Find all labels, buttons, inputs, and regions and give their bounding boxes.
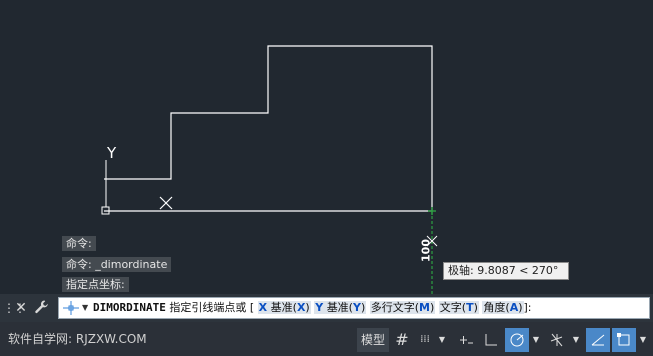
snap-marker xyxy=(428,207,436,215)
polar-tracking-icon[interactable] xyxy=(505,328,529,352)
drawing-canvas[interactable]: Y 100 命令: 命令: _dimordinate 指定点坐标: 极轴: 9.… xyxy=(0,0,653,322)
command-prompt-text: 指定引线端点或 [ xyxy=(169,301,255,314)
option-text[interactable]: 文字(T) xyxy=(438,301,479,314)
option-x-datum[interactable]: X 基准(X) xyxy=(257,301,311,314)
command-history-line: 命令: xyxy=(62,236,96,251)
command-input[interactable]: ▼ DIMORDINATE 指定引线端点或 [ X 基准(X) Y 基准(Y) … xyxy=(58,297,650,319)
x-marker xyxy=(159,196,173,210)
snap-dropdown-icon[interactable]: ▼ xyxy=(437,328,447,352)
object-snap-icon[interactable] xyxy=(612,328,636,352)
command-bar: ⋮⋮ ✕ ▼ DIMORDINATE 指定引线端点或 [ X 基准(X) Y 基… xyxy=(0,294,653,322)
command-history-line: 指定点坐标: xyxy=(62,277,129,292)
snap-toggle-icon[interactable]: ⁞⁞⁞ xyxy=(415,328,435,352)
polar-dropdown-icon[interactable]: ▼ xyxy=(531,328,541,352)
infer-constraints-icon[interactable] xyxy=(455,328,477,352)
option-mtext[interactable]: 多行文字(M) xyxy=(369,301,436,314)
watermark-text: 软件自学网: RJZXW.COM xyxy=(8,332,147,346)
command-prompt-line: DIMORDINATE 指定引线端点或 [ X 基准(X) Y 基准(Y) 多行… xyxy=(93,298,532,318)
command-history-line: 命令: _dimordinate xyxy=(62,257,172,272)
command-name: DIMORDINATE xyxy=(93,301,166,314)
command-prompt-icon[interactable] xyxy=(62,300,80,316)
dimension-text: 100 xyxy=(419,239,433,262)
isodraft-icon[interactable] xyxy=(545,328,569,352)
model-space-button[interactable]: 模型 xyxy=(357,328,389,352)
close-icon[interactable]: ✕ xyxy=(14,299,28,317)
drawing-polyline xyxy=(104,45,433,212)
option-angle[interactable]: 角度(A) xyxy=(482,301,524,314)
recent-commands-dropdown-icon[interactable]: ▼ xyxy=(82,300,88,316)
object-snap-dropdown-icon[interactable]: ▼ xyxy=(638,328,648,352)
object-snap-tracking-icon[interactable] xyxy=(586,328,610,352)
grid-toggle-icon[interactable]: # xyxy=(391,328,413,352)
command-suffix: ]: xyxy=(523,301,532,314)
grip-handle-icon[interactable]: ⋮⋮ xyxy=(3,299,26,317)
customize-wrench-icon[interactable] xyxy=(34,299,50,317)
polar-tracking-tooltip: 极轴: 9.8087 < 270° xyxy=(443,262,569,280)
option-y-datum[interactable]: Y 基准(Y) xyxy=(314,301,367,314)
ortho-mode-icon[interactable] xyxy=(480,328,502,352)
ucs-y-label: Y xyxy=(106,144,117,162)
status-bar: 软件自学网: RJZXW.COM 模型 # ⁞⁞⁞ ▼ ▼ ▼ ▼ xyxy=(0,322,653,356)
isodraft-dropdown-icon[interactable]: ▼ xyxy=(571,328,581,352)
